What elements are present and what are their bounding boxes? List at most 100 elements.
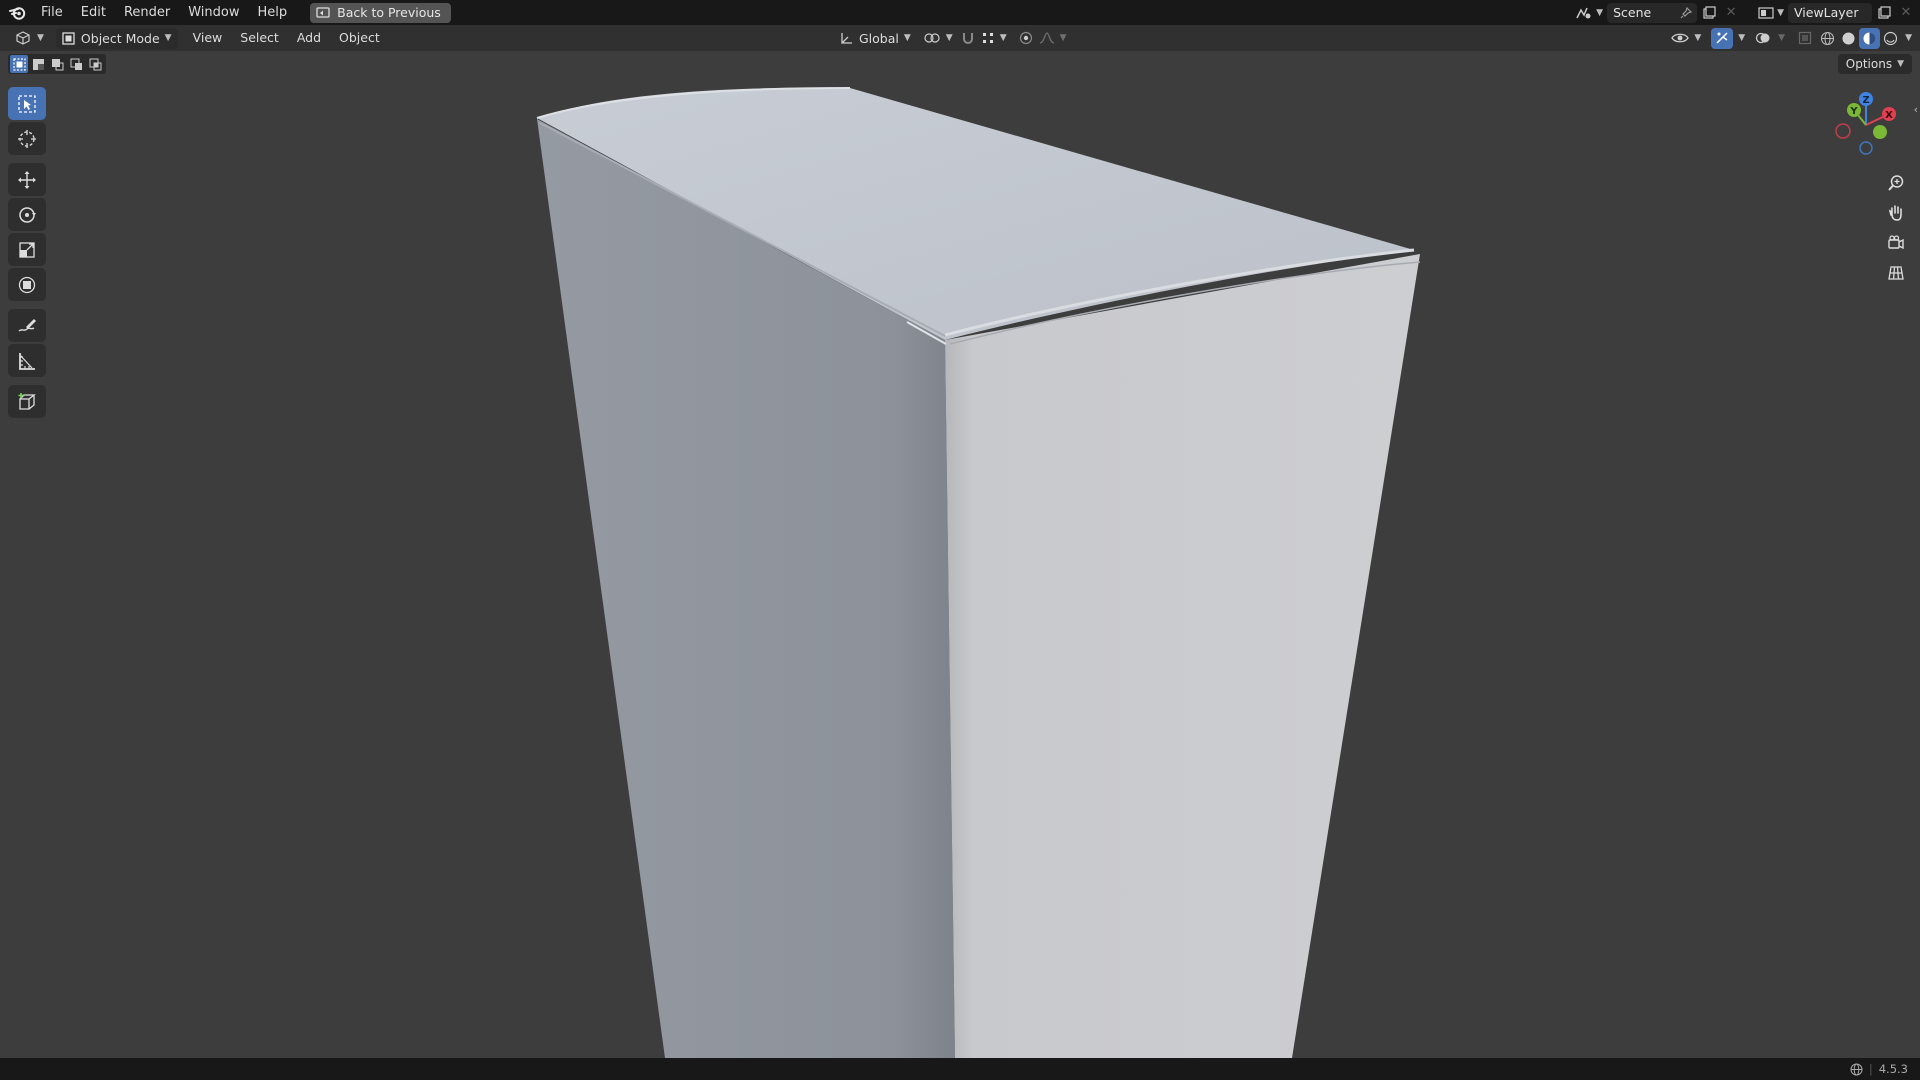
gizmo-axis-z[interactable]: Z xyxy=(1859,92,1873,106)
toggle-perspective-button[interactable] xyxy=(1882,259,1910,287)
select-intersect-mode-button[interactable] xyxy=(86,55,104,73)
tool-measure[interactable] xyxy=(8,344,46,377)
status-bar: | 4.5.3 xyxy=(0,1058,1920,1080)
snap-toggle[interactable] xyxy=(957,28,979,49)
scene-browse-caret-icon[interactable]: ▼ xyxy=(1596,8,1603,18)
screen-back-icon xyxy=(316,6,330,19)
navigation-gizmo[interactable]: Z X Y xyxy=(1828,87,1904,163)
menu-window[interactable]: Window xyxy=(179,0,248,25)
options-dropdown[interactable]: Options ▼ xyxy=(1837,54,1912,74)
view-layer-name: ViewLayer xyxy=(1794,5,1859,20)
editor-type-caret-icon: ▼ xyxy=(37,33,44,43)
camera-view-button[interactable] xyxy=(1882,229,1910,257)
snap-increment-icon xyxy=(981,31,995,45)
proportional-editing-icon xyxy=(1019,31,1033,45)
view-layer-field[interactable]: ViewLayer xyxy=(1788,2,1872,23)
tool-rotate[interactable] xyxy=(8,198,46,231)
scale-icon xyxy=(17,240,37,260)
overlays-toggle[interactable] xyxy=(1753,28,1773,49)
view-layer-browse-icon[interactable] xyxy=(1755,6,1777,20)
gizmo-caret-icon[interactable]: ▼ xyxy=(1738,33,1745,43)
falloff-dropdown[interactable]: ▼ xyxy=(1037,28,1069,49)
falloff-caret-icon: ▼ xyxy=(1059,33,1067,43)
scene-name-field[interactable]: Scene xyxy=(1607,2,1698,23)
sidebar-toggle-icon[interactable]: ‹ xyxy=(1914,103,1918,116)
move-arrows-icon xyxy=(17,170,37,190)
gizmo-label-y: Y xyxy=(1849,106,1858,117)
overlays-icon xyxy=(1755,31,1771,45)
gizmo-axis-x[interactable]: X xyxy=(1882,107,1896,121)
menu-edit[interactable]: Edit xyxy=(72,0,115,25)
network-globe-icon[interactable] xyxy=(1850,1063,1863,1076)
eye-icon xyxy=(1671,31,1690,45)
delete-scene-icon[interactable]: ✕ xyxy=(1721,5,1741,20)
3d-viewport-icon xyxy=(14,30,32,46)
new-view-layer-icon[interactable] xyxy=(1872,5,1896,20)
hand-pan-icon xyxy=(1887,204,1905,222)
select-difference-mode-button[interactable] xyxy=(67,55,85,73)
add-cube-icon xyxy=(17,392,37,412)
viewport-header: ▼ Object Mode ▼ View Select Add Object G… xyxy=(0,25,1920,51)
new-scene-icon[interactable] xyxy=(1697,5,1721,20)
tool-cursor[interactable] xyxy=(8,122,46,155)
selection-mode-group xyxy=(8,54,106,74)
menu-select[interactable]: Select xyxy=(231,25,288,51)
header-center-tools: Global ▼ ▼ ▼ ▼ xyxy=(836,27,1069,49)
xray-icon xyxy=(1798,31,1812,45)
pan-view-button[interactable] xyxy=(1882,199,1910,227)
falloff-curve-icon xyxy=(1039,31,1055,45)
menu-add[interactable]: Add xyxy=(288,25,330,51)
tool-annotate[interactable] xyxy=(8,309,46,342)
shading-solid-button[interactable] xyxy=(1838,28,1859,49)
pivot-icon xyxy=(923,31,941,45)
gizmo-toggle[interactable] xyxy=(1711,27,1734,49)
visibility-dropdown[interactable]: ▼ xyxy=(1669,28,1703,49)
material-sphere-icon xyxy=(1862,31,1877,46)
tool-scale[interactable] xyxy=(8,233,46,266)
menu-file[interactable]: File xyxy=(32,0,72,25)
back-to-previous-button[interactable]: Back to Previous xyxy=(310,2,451,23)
gizmo-axis-y[interactable]: Y xyxy=(1847,103,1861,117)
xray-toggle[interactable] xyxy=(1795,28,1815,49)
shading-rendered-button[interactable] xyxy=(1880,28,1901,49)
transform-orientation-dropdown[interactable]: Global ▼ xyxy=(836,28,915,49)
gizmo-label-z: Z xyxy=(1862,95,1869,106)
select-subtract-mode-button[interactable] xyxy=(48,55,66,73)
menu-object[interactable]: Object xyxy=(330,25,389,51)
rotate-icon xyxy=(17,205,37,225)
zoom-view-button[interactable] xyxy=(1882,169,1910,197)
annotate-pencil-icon xyxy=(17,316,37,336)
select-extend-mode-button[interactable] xyxy=(29,55,47,73)
view-layer-caret-icon[interactable]: ▼ xyxy=(1777,8,1784,18)
select-box-icon xyxy=(17,94,37,114)
mode-label: Object Mode xyxy=(80,30,160,46)
proportional-editing-toggle[interactable] xyxy=(1015,28,1037,49)
select-new-mode-button[interactable] xyxy=(10,55,28,73)
3d-viewport[interactable]: Options ▼ ‹ Z X Y xyxy=(0,51,1920,1058)
zoom-magnifier-icon xyxy=(1887,174,1905,192)
box-right-face xyxy=(945,254,1420,1058)
delete-view-layer-icon[interactable]: ✕ xyxy=(1896,5,1916,20)
menu-help[interactable]: Help xyxy=(249,0,297,25)
overlays-caret-icon[interactable]: ▼ xyxy=(1778,33,1785,43)
pin-icon[interactable] xyxy=(1680,6,1693,19)
grid-perspective-icon xyxy=(1887,264,1905,282)
tool-transform[interactable] xyxy=(8,268,46,301)
shading-material-button[interactable] xyxy=(1859,27,1881,49)
box-object[interactable] xyxy=(0,51,1920,1058)
menu-render[interactable]: Render xyxy=(115,0,179,25)
menu-view[interactable]: View xyxy=(184,25,232,51)
tool-select-box[interactable] xyxy=(8,87,46,120)
mode-dropdown[interactable]: Object Mode ▼ xyxy=(55,27,178,49)
editor-type-button[interactable]: ▼ xyxy=(8,28,50,49)
tool-move[interactable] xyxy=(8,163,46,196)
tool-add-cube[interactable] xyxy=(8,385,46,418)
snap-target-dropdown[interactable]: ▼ xyxy=(979,28,1009,49)
scene-browse-icon[interactable] xyxy=(1572,3,1596,23)
blender-logo-icon[interactable] xyxy=(4,0,32,25)
shading-caret-icon[interactable]: ▼ xyxy=(1905,33,1912,43)
pivot-point-dropdown[interactable]: ▼ xyxy=(919,28,957,49)
transform-icon xyxy=(17,275,37,295)
back-to-previous-label: Back to Previous xyxy=(337,5,441,20)
shading-wireframe-button[interactable] xyxy=(1817,28,1838,49)
